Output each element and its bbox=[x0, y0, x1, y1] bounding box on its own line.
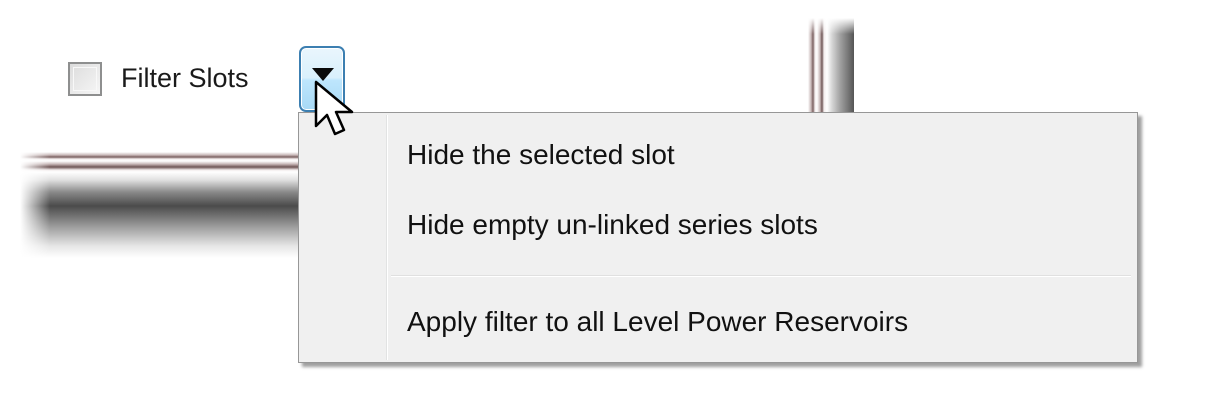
filter-slots-label: Filter Slots bbox=[121, 63, 249, 93]
mouse-cursor-icon bbox=[314, 80, 354, 136]
menu-item-hide-selected-slot[interactable]: Hide the selected slot bbox=[407, 135, 675, 175]
filter-slots-checkbox[interactable] bbox=[68, 62, 102, 96]
menu-gutter-separator bbox=[386, 115, 388, 360]
panel-right-edge-fade bbox=[808, 18, 854, 34]
filter-context-menu: Hide the selected slot Hide empty un-lin… bbox=[298, 112, 1138, 363]
menu-item-hide-empty-unlinked-slots[interactable]: Hide empty un-linked series slots bbox=[407, 205, 818, 245]
menu-item-apply-filter-all-reservoirs[interactable]: Apply filter to all Level Power Reservoi… bbox=[407, 302, 908, 342]
panel-bottom-edge bbox=[20, 152, 302, 258]
menu-separator bbox=[391, 275, 1131, 277]
panel-bottom-edge-fade bbox=[20, 152, 50, 258]
